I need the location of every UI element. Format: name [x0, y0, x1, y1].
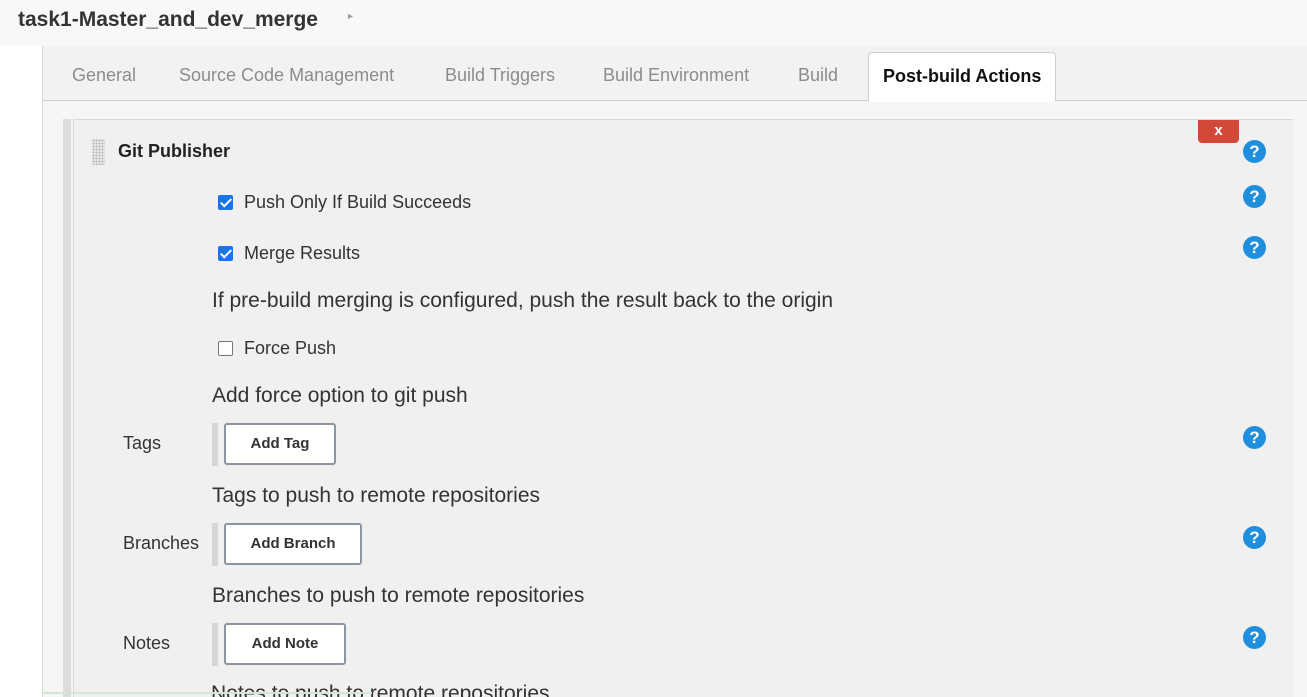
job-name-link[interactable]: task1-Master_and_dev_merge	[18, 8, 318, 32]
add-tag-button[interactable]: Add Tag	[224, 423, 336, 465]
tab-build[interactable]: Build	[798, 65, 838, 86]
add-branch-button[interactable]: Add Branch	[224, 523, 362, 565]
tab-build-triggers[interactable]: Build Triggers	[445, 65, 555, 86]
help-icon[interactable]: ?	[1243, 185, 1266, 208]
help-icon[interactable]: ?	[1243, 236, 1266, 259]
force-push-checkbox[interactable]	[218, 341, 233, 356]
tab-post-build-actions[interactable]: Post-build Actions	[868, 52, 1057, 102]
help-icon[interactable]: ?	[1243, 626, 1266, 649]
breadcrumb: task1-Master_and_dev_merge ▸	[0, 0, 1307, 46]
section-title: Git Publisher	[118, 141, 231, 161]
tags-description: Tags to push to remote repositories	[212, 484, 541, 507]
force-push-label[interactable]: Force Push	[244, 338, 336, 359]
branches-label: Branches	[123, 533, 200, 553]
drag-handle-icon[interactable]	[92, 139, 105, 165]
help-icon[interactable]: ?	[1243, 140, 1266, 163]
tags-repeat-bar	[212, 423, 218, 466]
config-area: General Source Code Management Build Tri…	[42, 46, 1307, 697]
help-icon[interactable]: ?	[1243, 526, 1266, 549]
tab-general[interactable]: General	[72, 65, 136, 86]
notes-description: Notes to push to remote repositories	[211, 682, 550, 697]
notes-label: Notes	[123, 633, 171, 653]
tags-label: Tags	[123, 433, 162, 453]
merge-results-label[interactable]: Merge Results	[244, 243, 360, 264]
help-icon[interactable]: ?	[1243, 426, 1266, 449]
delete-section-button[interactable]: x	[1198, 120, 1239, 143]
merge-results-checkbox[interactable]	[218, 246, 233, 261]
status-line	[42, 692, 372, 694]
add-note-button[interactable]: Add Note	[224, 623, 346, 665]
branches-description: Branches to push to remote repositories	[212, 584, 585, 607]
side-gutter	[0, 46, 42, 697]
push-only-if-success-checkbox[interactable]	[218, 195, 233, 210]
force-push-description: Add force option to git push	[212, 384, 468, 407]
merge-results-description: If pre-build merging is configured, push…	[212, 289, 834, 312]
section-left-bar	[63, 119, 71, 697]
tab-source-code-management[interactable]: Source Code Management	[179, 65, 394, 86]
tab-build-environment[interactable]: Build Environment	[603, 65, 749, 86]
notes-repeat-bar	[212, 623, 218, 666]
branches-repeat-bar	[212, 523, 218, 566]
breadcrumb-arrow-icon[interactable]: ▸	[348, 11, 353, 22]
git-publisher-section: Git Publisher x ? ? ? ? ? ? Push Only If…	[73, 119, 1293, 697]
push-only-if-success-label[interactable]: Push Only If Build Succeeds	[244, 192, 471, 213]
tab-bar: General Source Code Management Build Tri…	[43, 46, 1307, 102]
